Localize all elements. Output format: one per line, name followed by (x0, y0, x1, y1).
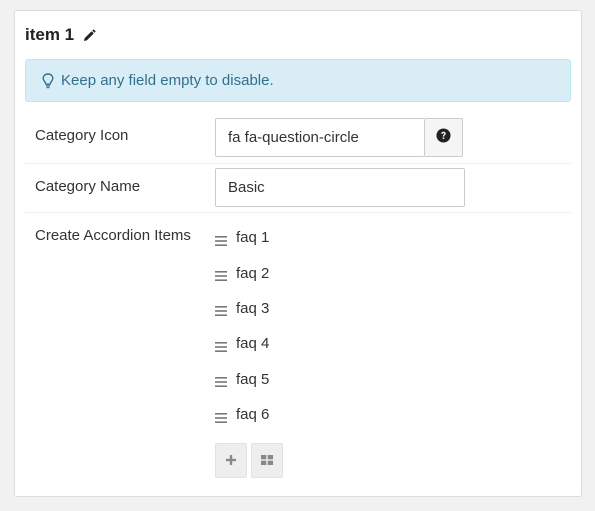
accordion-item[interactable]: faq 2 (215, 255, 269, 290)
panel-title-text: item 1 (25, 25, 75, 44)
pencil-icon[interactable] (82, 28, 96, 42)
category-name-label: Category Name (35, 178, 141, 195)
icon-picker-button[interactable] (425, 118, 463, 157)
accordion-list: faq 1 faq 2 faq 3 faq 4 faq 5 faq 6 (215, 220, 269, 432)
accordion-item[interactable]: faq 6 (215, 397, 269, 432)
category-icon-label: Category Icon (35, 127, 129, 144)
drag-handle-icon[interactable] (215, 268, 227, 282)
accordion-item-label: faq 6 (236, 406, 270, 424)
accordion-items-row: Create Accordion Items faq 1 faq 2 faq 3 (25, 213, 571, 493)
category-name-input[interactable] (215, 168, 465, 207)
item-panel: item 1 Keep any field empty to disable. … (14, 10, 582, 497)
category-icon-input[interactable] (215, 118, 425, 157)
accordion-item[interactable]: faq 1 (215, 220, 269, 255)
accordion-item-label: faq 1 (236, 229, 270, 247)
drag-handle-icon[interactable] (215, 233, 227, 246)
grid-icon (261, 452, 273, 470)
accordion-item-label: faq 3 (236, 299, 270, 317)
drag-handle-icon[interactable] (215, 303, 227, 317)
question-circle-icon (436, 127, 451, 148)
notice-text: Keep any field empty to disable. (61, 72, 274, 89)
drag-handle-icon[interactable] (215, 410, 227, 423)
panel-title: item 1 (25, 25, 96, 45)
accordion-item-label: faq 4 (236, 335, 270, 353)
category-icon-row: Category Icon (25, 113, 571, 164)
accordion-item-label: faq 5 (236, 370, 270, 388)
accordion-toolbar (215, 443, 295, 479)
category-name-row: Category Name (25, 164, 571, 213)
accordion-items-label: Create Accordion Items (35, 227, 191, 244)
accordion-item[interactable]: faq 4 (215, 326, 269, 361)
drag-handle-icon[interactable] (215, 339, 227, 352)
add-item-button[interactable] (215, 443, 247, 478)
accordion-item[interactable]: faq 5 (215, 362, 269, 397)
info-notice: Keep any field empty to disable. (25, 59, 571, 102)
drag-handle-icon[interactable] (215, 374, 227, 388)
add-multiple-button[interactable] (251, 443, 283, 478)
plus-icon (226, 452, 236, 470)
accordion-item[interactable]: faq 3 (215, 291, 269, 326)
lightbulb-icon (42, 72, 54, 89)
accordion-item-label: faq 2 (236, 264, 270, 282)
